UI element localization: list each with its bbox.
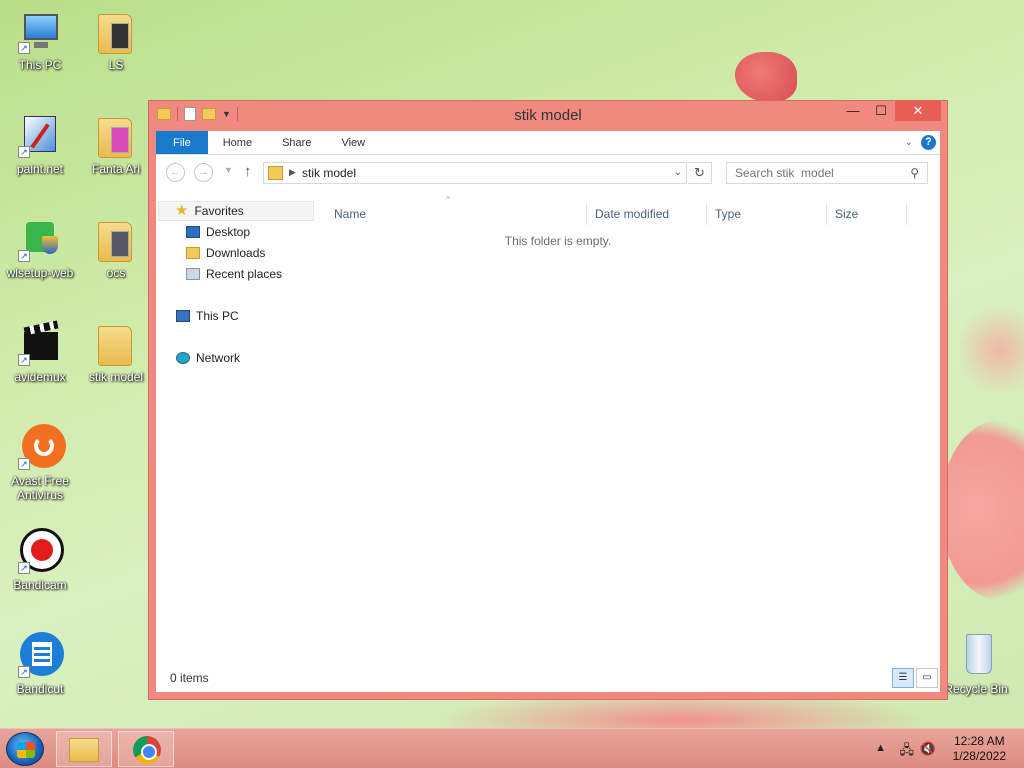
explorer-window[interactable]: ▼ stik model — ☐ ✕ File Home Share View …	[148, 100, 948, 700]
navigation-bar: ← → ▼ ↑ ▶ stik model ⌄ ↻ ⚲	[156, 155, 940, 189]
clapperboard-icon: ↗	[16, 320, 64, 368]
item-count: 0 items	[170, 671, 209, 685]
recent-places-icon	[186, 268, 200, 280]
empty-folder-message: This folder is empty.	[504, 234, 612, 248]
chevron-down-icon[interactable]: ⌄	[674, 167, 682, 178]
recent-locations-icon[interactable]: ▼	[224, 165, 233, 175]
ribbon-tabs: File Home Share View ⌄ ?	[156, 131, 940, 155]
computer-icon: ↗	[16, 8, 64, 56]
windows-logo-icon	[17, 742, 35, 758]
folder-icon	[268, 166, 283, 180]
folder-icon	[92, 8, 140, 56]
up-button[interactable]: ↑	[244, 163, 252, 180]
desktop-icon-ls[interactable]: LS	[78, 8, 154, 72]
desktop-icon-bandicam[interactable]: ↗ Bandicam	[2, 528, 78, 592]
folder-icon	[92, 216, 140, 264]
star-icon: ★	[175, 202, 189, 219]
tab-home[interactable]: Home	[208, 131, 267, 154]
desktop-icon-paint-net[interactable]: ↗ paint.net	[2, 112, 78, 176]
desktop-icon-fanta-ari[interactable]: Fanta Ari	[78, 112, 154, 176]
nav-item-recent-places[interactable]: Recent places	[186, 264, 282, 284]
maximize-button[interactable]: ☐	[867, 101, 895, 121]
tab-file[interactable]: File	[156, 131, 208, 154]
close-button[interactable]: ✕	[895, 101, 941, 121]
desktop-icon-stik-model[interactable]: stik model	[78, 320, 154, 384]
show-hidden-icons-icon[interactable]: ▲	[875, 742, 886, 754]
volume-muted-icon[interactable]: 🔇	[920, 741, 936, 757]
folder-icon	[92, 320, 140, 368]
clock-time: 12:28 AM	[953, 734, 1005, 748]
desktop-icon-this-pc[interactable]: ↗ This PC	[2, 8, 78, 72]
nav-item-network[interactable]: Network	[176, 348, 240, 368]
column-header-date-modified[interactable]: Date modified	[595, 201, 669, 227]
status-bar: 0 items ☰ ▭	[156, 662, 940, 692]
tab-view[interactable]: View	[326, 131, 380, 154]
window-title: stik model	[514, 107, 582, 124]
minimize-button[interactable]: —	[839, 101, 867, 121]
taskbar: ▲ 🖧 🔇 12:28 AM 1/28/2022	[0, 728, 1024, 768]
search-box[interactable]: ⚲	[726, 162, 928, 184]
desktop-icon-recycle-bin[interactable]: Recycle Bin	[938, 632, 1014, 696]
clock-date: 1/28/2022	[952, 749, 1006, 763]
desktop-icon-ocs[interactable]: ocs	[78, 216, 154, 280]
bandicut-film-icon: ↗	[16, 632, 64, 680]
back-button[interactable]: ←	[166, 163, 185, 182]
taskbar-file-explorer[interactable]	[56, 731, 112, 767]
search-icon[interactable]: ⚲	[910, 166, 919, 180]
downloads-icon	[186, 247, 200, 259]
folder-icon	[92, 112, 140, 160]
network-status-icon[interactable]: 🖧	[900, 741, 915, 763]
help-icon[interactable]: ?	[921, 135, 936, 150]
avast-icon: ↗	[16, 424, 66, 472]
column-header-size[interactable]: Size	[835, 201, 858, 227]
refresh-button[interactable]: ↻	[688, 162, 712, 184]
file-list[interactable]: Name ^ Date modified Type Size This fold…	[316, 195, 940, 662]
navigation-pane: ★ Favorites Desktop Downloads Recent pla…	[156, 201, 316, 662]
nav-item-favorites[interactable]: ★ Favorites	[158, 201, 314, 221]
title-bar[interactable]: ▼ stik model — ☐ ✕	[149, 101, 947, 131]
forward-button[interactable]: →	[194, 163, 213, 182]
desktop-icon-wlsetup-web[interactable]: ↗ wlsetup-web	[2, 216, 78, 280]
sort-ascending-icon: ^	[446, 195, 450, 204]
computer-icon	[176, 310, 190, 322]
start-button[interactable]	[6, 732, 44, 766]
desktop-icon-avast[interactable]: ↗ Avast Free Antivirus	[2, 424, 78, 502]
nav-item-this-pc[interactable]: This PC	[176, 306, 239, 326]
paint-net-icon: ↗	[16, 112, 64, 160]
address-bar[interactable]: ▶ stik model ⌄	[263, 162, 687, 184]
bandicam-record-icon: ↗	[16, 528, 64, 576]
desktop-icon-avidemux[interactable]: ↗ avidemux	[2, 320, 78, 384]
clock[interactable]: 12:28 AM 1/28/2022	[953, 734, 1006, 764]
tab-share[interactable]: Share	[267, 131, 326, 154]
address-path[interactable]: stik model	[302, 166, 356, 180]
desktop-icon-bandicut[interactable]: ↗ Bandicut	[2, 632, 78, 696]
details-view-button[interactable]: ☰	[892, 668, 914, 688]
recycle-bin-icon	[952, 632, 1000, 680]
network-icon	[176, 352, 190, 364]
taskbar-chrome[interactable]	[118, 731, 174, 767]
large-icons-view-button[interactable]: ▭	[916, 668, 938, 688]
chrome-icon	[133, 736, 161, 764]
column-header-type[interactable]: Type	[715, 201, 741, 227]
file-explorer-icon	[69, 738, 99, 762]
search-input[interactable]	[727, 163, 897, 183]
chevron-right-icon[interactable]: ▶	[289, 167, 296, 178]
expand-ribbon-icon[interactable]: ⌄	[905, 137, 913, 148]
column-header-name[interactable]: Name	[334, 201, 366, 227]
installer-icon: ↗	[16, 216, 64, 264]
